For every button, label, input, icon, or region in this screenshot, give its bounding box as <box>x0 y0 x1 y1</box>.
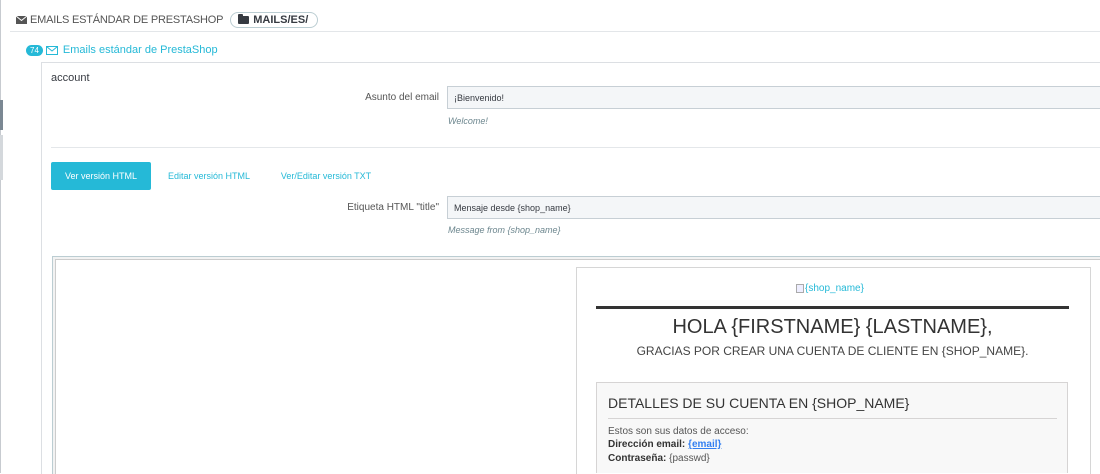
email-subheading: GRACIAS POR CREAR UNA CUENTA DE CLIENTE … <box>636 344 1029 358</box>
divider <box>51 147 1100 148</box>
account-email-row: Dirección email: {email} <box>608 439 721 450</box>
envelope-icon <box>16 15 27 24</box>
account-password-label: Contraseña: <box>608 453 667 464</box>
breadcrumb-path-badge[interactable]: MAILS/ES/ <box>230 11 319 28</box>
title-tag-help: Message from {shop_name} <box>448 225 561 235</box>
breadcrumb-path: MAILS/ES/ <box>253 13 309 26</box>
shop-logo[interactable]: {shop_name} <box>796 283 864 294</box>
account-password-value: {passwd} <box>669 453 710 464</box>
subject-input[interactable]: ¡Bienvenido! <box>447 86 1100 109</box>
panel-header: 74 Emails estándar de PrestaShop <box>26 42 218 58</box>
left-scroll-marker-2 <box>0 135 3 180</box>
left-edge <box>0 0 1 473</box>
count-badge: 74 <box>26 44 43 56</box>
account-details-rule <box>608 418 1057 419</box>
email-greeting: HOLA {FIRSTNAME} {LASTNAME}, <box>672 316 993 338</box>
panel-title: Emails estándar de PrestaShop <box>62 44 218 56</box>
account-password-row: Contraseña: {passwd} <box>608 453 710 464</box>
left-scroll-marker <box>0 100 3 130</box>
account-email-label: Dirección email: <box>608 439 686 450</box>
envelope-outline-icon <box>45 45 58 55</box>
breadcrumb: EMAILS ESTÁNDAR DE PRESTASHOP MAILS/ES/ <box>10 8 1100 32</box>
tab-edit-html[interactable]: Editar versión HTML <box>158 162 260 190</box>
subject-label: Asunto del email <box>365 92 439 103</box>
template-name: account <box>51 72 90 84</box>
tab-view-html[interactable]: Ver versión HTML <box>51 162 151 190</box>
email-header-rule <box>596 306 1069 309</box>
title-tag-label: Etiqueta HTML "title" <box>347 202 439 213</box>
tab-edit-txt[interactable]: Ver/Editar versión TXT <box>270 162 382 190</box>
folder-icon <box>238 13 250 24</box>
title-tag-input[interactable]: Mensaje desde {shop_name} <box>447 196 1100 219</box>
account-email-link[interactable]: {email} <box>688 439 721 450</box>
account-details-intro: Estos son sus datos de acceso: <box>608 426 749 437</box>
breadcrumb-section[interactable]: EMAILS ESTÁNDAR DE PRESTASHOP <box>30 14 223 26</box>
account-details-title: DETALLES DE SU CUENTA EN {SHOP_NAME} <box>608 395 910 411</box>
subject-help: Welcome! <box>448 116 488 126</box>
broken-image-icon <box>796 284 804 293</box>
shop-logo-alt: {shop_name} <box>805 283 864 294</box>
